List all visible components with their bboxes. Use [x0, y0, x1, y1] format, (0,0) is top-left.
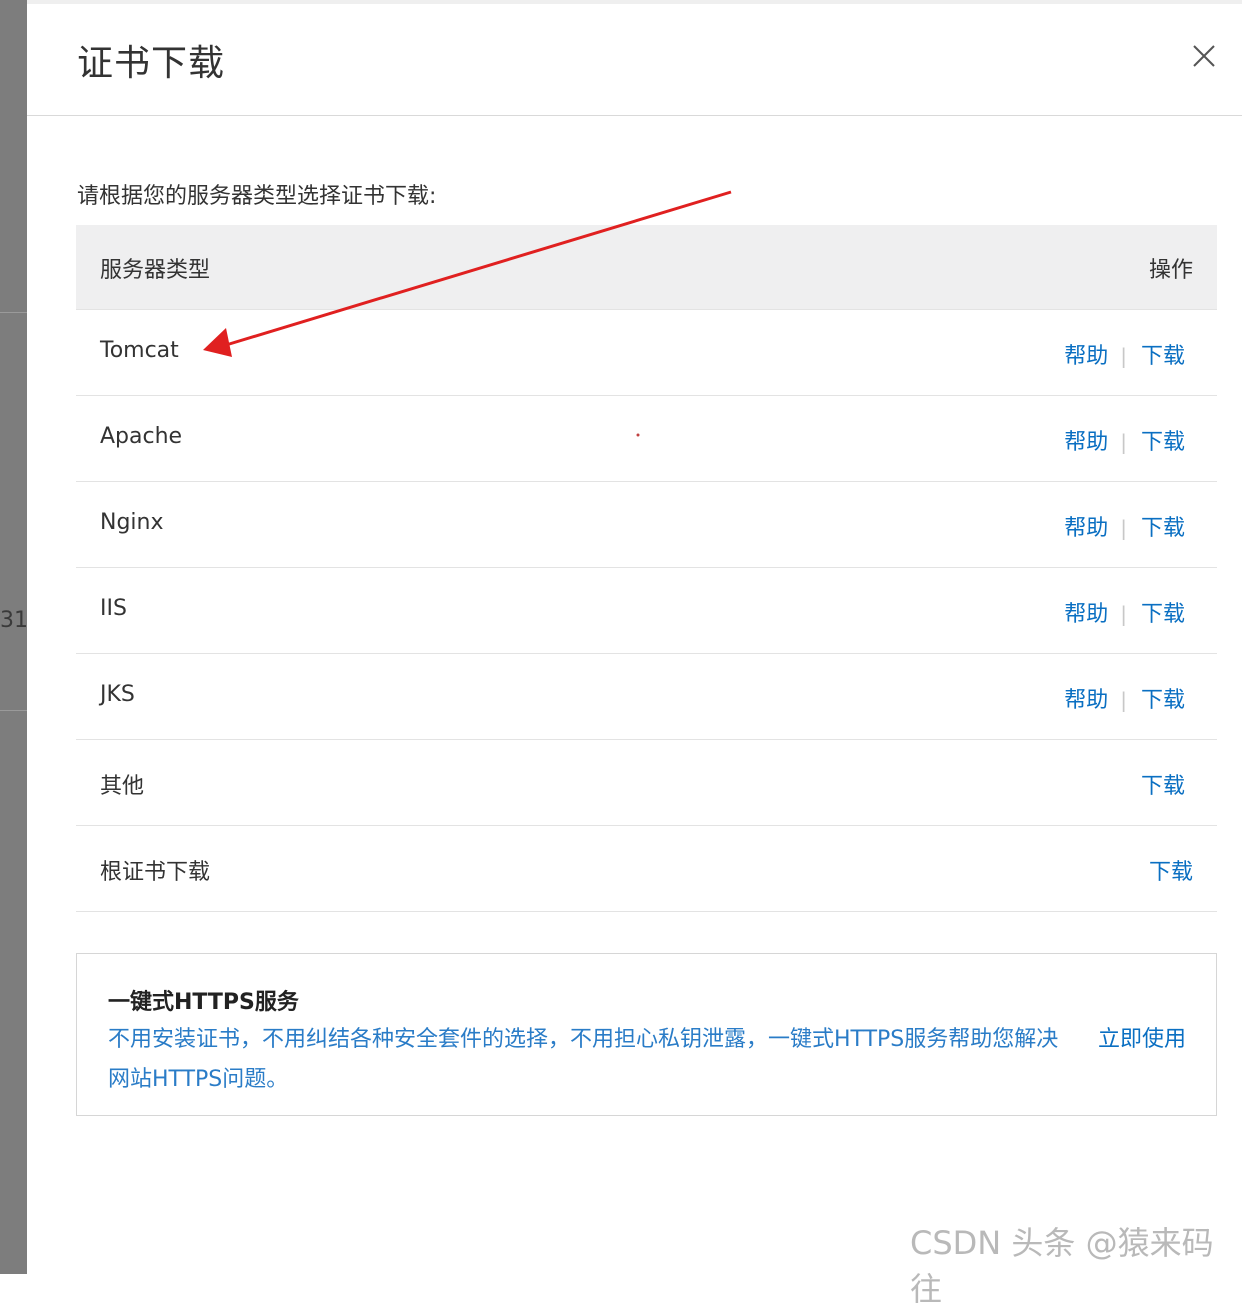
- table-row-root-certificate: 根证书下载 下载: [76, 826, 1217, 912]
- backdrop-text-fragment: 31: [0, 608, 28, 633]
- row-name: IIS: [100, 596, 127, 621]
- download-link[interactable]: 下载: [1141, 430, 1185, 455]
- backdrop-divider: [0, 312, 27, 313]
- row-name: Apache: [100, 424, 183, 449]
- table-header: 服务器类型 操作: [76, 225, 1217, 310]
- row-actions: 帮助 | 下载: [1064, 338, 1185, 370]
- table-row-jks: JKS 帮助 | 下载: [76, 654, 1217, 740]
- header-actions: 操作: [1148, 258, 1193, 283]
- use-now-link[interactable]: 立即使用: [1098, 1020, 1186, 1060]
- help-link[interactable]: 帮助: [1064, 516, 1108, 541]
- instruction-text: 请根据您的服务器类型选择证书下载:: [77, 184, 437, 209]
- row-actions: 帮助 | 下载: [1064, 510, 1185, 542]
- table-row-other: 其他 下载: [76, 740, 1217, 826]
- row-actions: 下载: [1141, 768, 1185, 800]
- backdrop-page: 31: [0, 0, 28, 1274]
- download-link[interactable]: 下载: [1141, 774, 1185, 799]
- row-actions: 帮助 | 下载: [1064, 424, 1185, 456]
- separator: |: [1120, 602, 1127, 626]
- table-row-tomcat: Tomcat 帮助 | 下载: [76, 310, 1217, 396]
- server-type-table: 服务器类型 操作 Tomcat 帮助 | 下载 Apache 帮助 | 下载 Nginx…: [76, 225, 1217, 912]
- promo-title: 一键式HTTPS服务: [108, 990, 299, 1015]
- dialog-title: 证书下载: [77, 43, 226, 84]
- download-link[interactable]: 下载: [1141, 344, 1185, 369]
- close-icon[interactable]: [1190, 42, 1218, 70]
- row-name: JKS: [100, 682, 135, 707]
- https-service-promo: 一键式HTTPS服务 不用安装证书，不用纠结各种安全套件的选择，不用担心私钥泄露…: [76, 953, 1217, 1116]
- row-name: 根证书下载: [100, 860, 211, 885]
- dialog-header: 证书下载: [27, 4, 1242, 116]
- separator: |: [1120, 430, 1127, 454]
- watermark: CSDN 头条 @猿来码往: [910, 1224, 1214, 1308]
- help-link[interactable]: 帮助: [1064, 688, 1108, 713]
- row-actions: 帮助 | 下载: [1064, 596, 1185, 628]
- download-link[interactable]: 下载: [1149, 860, 1193, 885]
- row-name: Nginx: [100, 510, 164, 535]
- row-actions: 帮助 | 下载: [1064, 682, 1185, 714]
- promo-description: 不用安装证书，不用纠结各种安全套件的选择，不用担心私钥泄露，一键式HTTPS服务…: [108, 1027, 1059, 1092]
- separator: |: [1120, 344, 1127, 368]
- download-link[interactable]: 下载: [1141, 688, 1185, 713]
- table-row-nginx: Nginx 帮助 | 下载: [76, 482, 1217, 568]
- header-server-type: 服务器类型: [100, 258, 211, 283]
- table-row-apache: Apache 帮助 | 下载: [76, 396, 1217, 482]
- table-row-iis: IIS 帮助 | 下载: [76, 568, 1217, 654]
- separator: |: [1120, 688, 1127, 712]
- download-link[interactable]: 下载: [1141, 516, 1185, 541]
- separator: |: [1120, 516, 1127, 540]
- download-link[interactable]: 下载: [1141, 602, 1185, 627]
- backdrop-divider: [0, 710, 27, 711]
- row-actions: 下载: [1149, 854, 1193, 886]
- row-name: Tomcat: [100, 338, 179, 363]
- help-link[interactable]: 帮助: [1064, 602, 1108, 627]
- help-link[interactable]: 帮助: [1064, 344, 1108, 369]
- certificate-download-dialog: 证书下载 请根据您的服务器类型选择证书下载: 服务器类型 操作 Tomcat 帮…: [27, 4, 1242, 1274]
- row-name: 其他: [100, 774, 145, 799]
- help-link[interactable]: 帮助: [1064, 430, 1108, 455]
